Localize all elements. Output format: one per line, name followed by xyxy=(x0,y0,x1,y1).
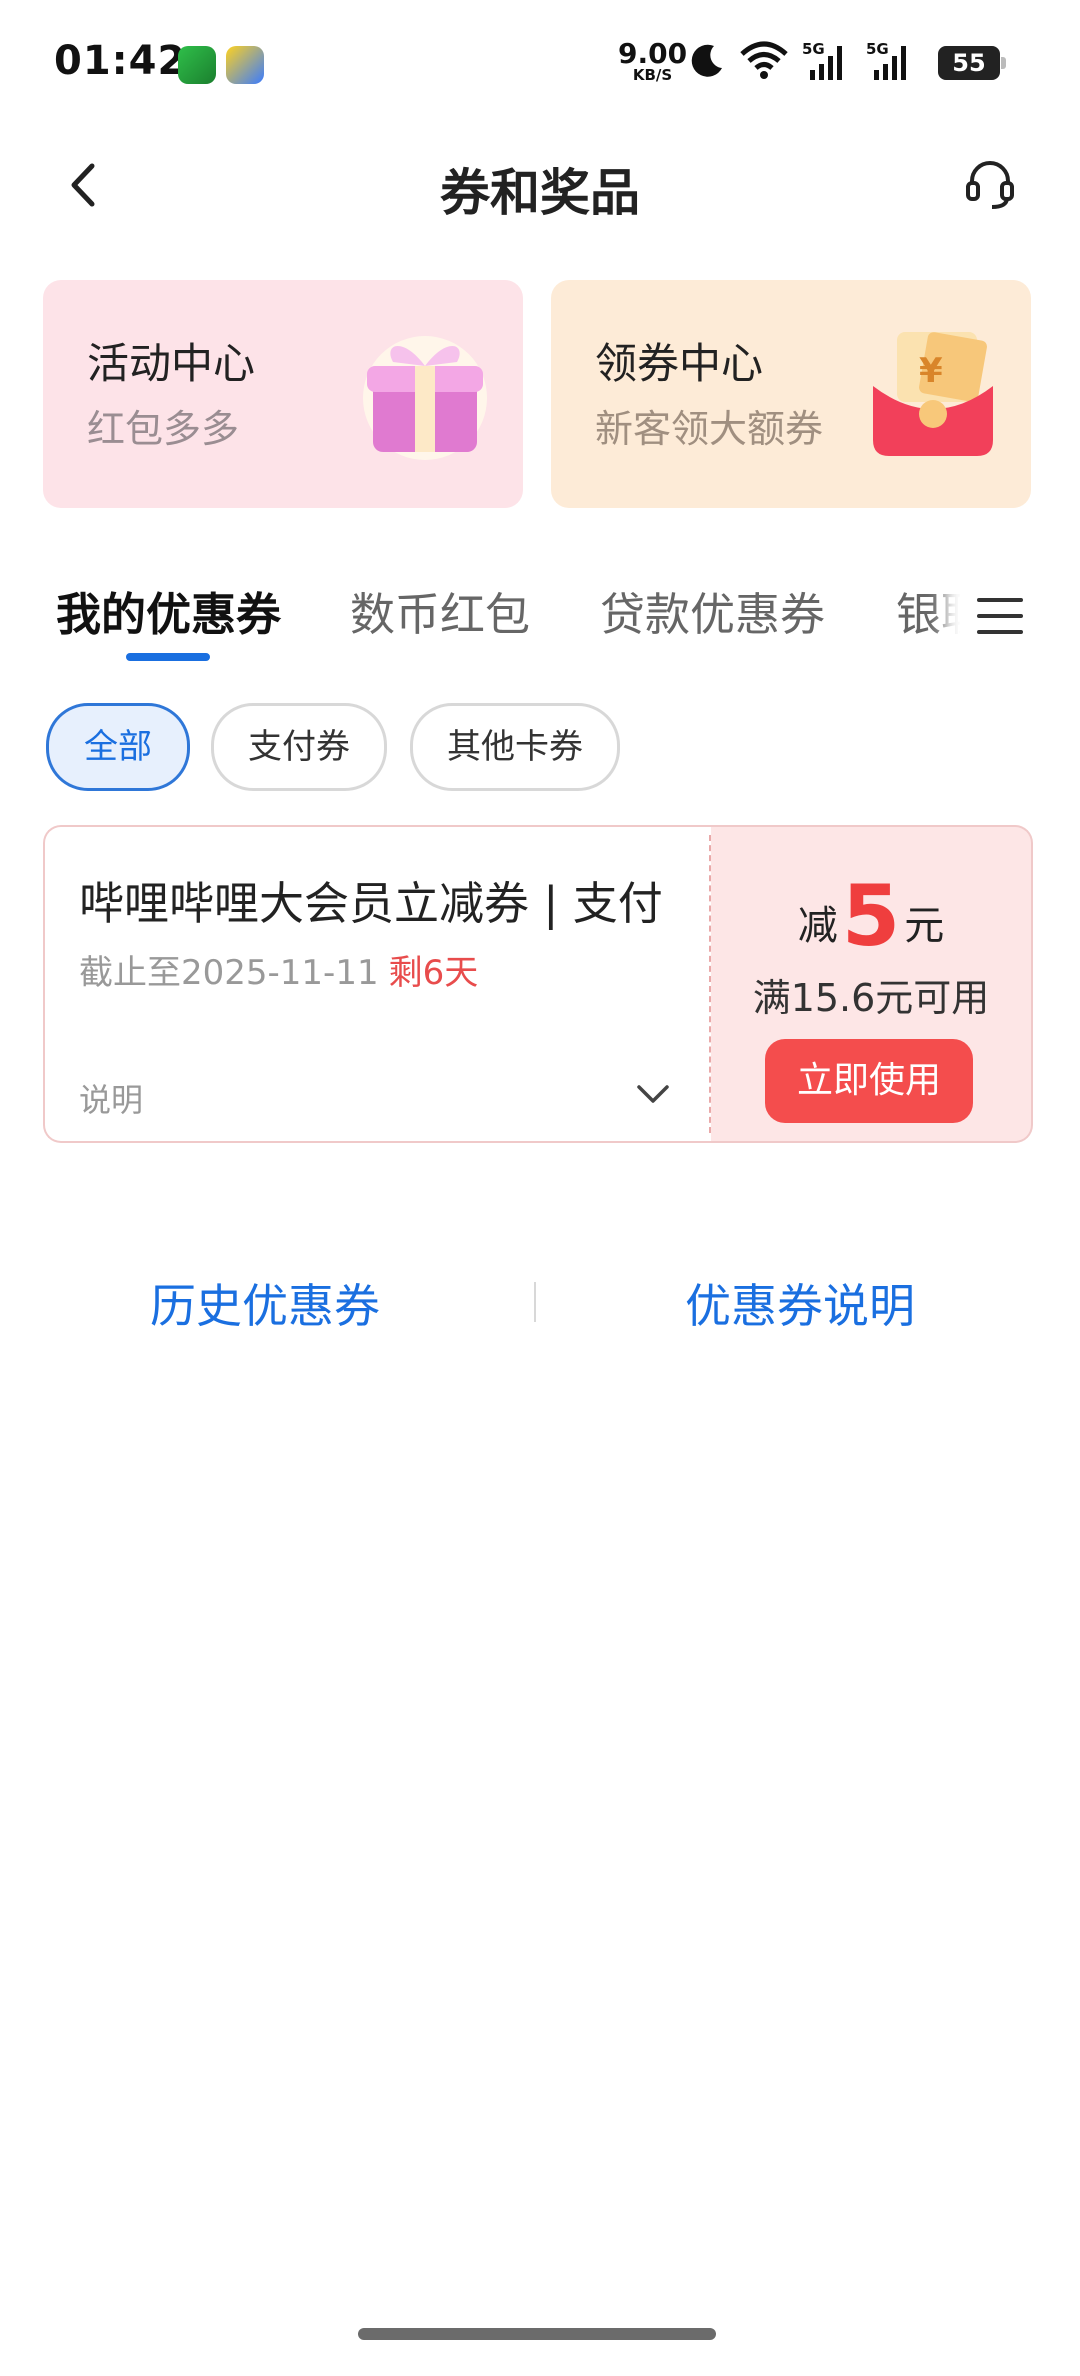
svg-text:5G: 5G xyxy=(802,40,825,58)
bottom-links: 历史优惠券 优惠券说明 xyxy=(0,1250,1080,1350)
signal-icon: 5G xyxy=(866,40,906,80)
coupon-title: 哔哩哔哩大会员立减券 | 支付 xyxy=(79,877,663,930)
active-tab-indicator xyxy=(126,653,210,661)
battery-indicator: 55 xyxy=(938,46,1006,80)
header: 券和奖品 xyxy=(0,125,1080,245)
app-notification-icon xyxy=(226,46,264,84)
status-time: 01:42 xyxy=(54,38,187,84)
activity-center-card[interactable]: 活动中心 红包多多 xyxy=(43,280,523,508)
coupon-expire: 截止至2025-11-11 剩6天 xyxy=(79,953,479,993)
coupon-info: 哔哩哔哩大会员立减券 | 支付 截止至2025-11-11 剩6天 说明 xyxy=(43,825,711,1143)
coupon-description-toggle[interactable]: 说明 xyxy=(79,1075,143,1121)
promo-subtitle: 红包多多 xyxy=(87,407,240,451)
coupon-explanation-link[interactable]: 优惠券说明 xyxy=(685,1270,915,1336)
tabs-menu-button[interactable] xyxy=(960,576,1040,656)
filter-other-cards-chip[interactable]: 其他卡券 xyxy=(410,703,620,791)
signal-icon: 5G xyxy=(802,40,842,80)
tab-loan-coupons[interactable]: 贷款优惠券 xyxy=(600,578,825,643)
home-indicator[interactable] xyxy=(358,2328,716,2340)
use-now-button[interactable]: 立即使用 xyxy=(765,1039,973,1123)
chevron-down-icon[interactable] xyxy=(633,1073,673,1113)
gift-box-icon xyxy=(363,336,487,460)
coupon-center-card[interactable]: 领券中心 新客领大额券 ¥ xyxy=(551,280,1031,508)
customer-service-button[interactable] xyxy=(962,155,1018,211)
promo-title: 活动中心 xyxy=(87,339,256,388)
red-envelope-icon: ¥ xyxy=(873,332,993,456)
discount-amount: 减5 元 xyxy=(797,867,945,965)
discount-threshold: 满15.6元可用 xyxy=(752,976,990,1020)
promo-title: 领券中心 xyxy=(595,339,764,388)
coupon-tabs: 我的优惠券 数币红包 贷款优惠券 银联 xyxy=(0,560,1080,670)
svg-text:¥: ¥ xyxy=(919,351,943,391)
promo-subtitle: 新客领大额券 xyxy=(595,407,824,451)
coupon-discount-panel: 减5 元 满15.6元可用 立即使用 xyxy=(711,825,1033,1143)
coupon-card: 哔哩哔哩大会员立减券 | 支付 截止至2025-11-11 剩6天 说明 减5 元 … xyxy=(43,825,1033,1143)
page-title: 券和奖品 xyxy=(440,164,640,222)
network-speed: 9.00 KB/S xyxy=(618,37,688,84)
days-left: 剩6天 xyxy=(388,953,479,993)
history-coupons-link[interactable]: 历史优惠券 xyxy=(150,1270,380,1336)
wifi-icon xyxy=(740,41,788,79)
app-notification-icon xyxy=(178,46,216,84)
filter-all-chip[interactable]: 全部 xyxy=(46,703,190,791)
moon-icon xyxy=(691,44,722,77)
svg-text:5G: 5G xyxy=(866,40,889,58)
filter-payment-chip[interactable]: 支付券 xyxy=(211,703,387,791)
tab-my-coupons[interactable]: 我的优惠券 xyxy=(56,578,281,643)
status-bar: 01:42 9.00 KB/S 5G 5G 55 xyxy=(0,0,1080,125)
links-separator xyxy=(534,1282,536,1322)
tab-digital-red-packets[interactable]: 数币红包 xyxy=(350,578,530,643)
